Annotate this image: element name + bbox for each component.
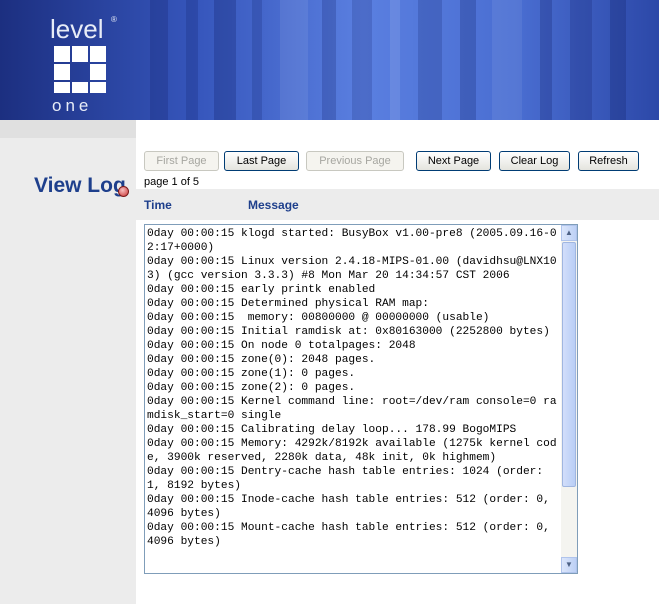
logo-text-top: level bbox=[50, 14, 103, 44]
previous-page-button[interactable]: Previous Page bbox=[306, 151, 404, 171]
message-column-header: Message bbox=[248, 198, 299, 212]
logo-text-bottom: one bbox=[52, 96, 92, 115]
last-page-button[interactable]: Last Page bbox=[224, 151, 299, 171]
next-page-button[interactable]: Next Page bbox=[416, 151, 491, 171]
log-content: 0day 00:00:15 klogd started: BusyBox v1.… bbox=[147, 228, 557, 548]
log-textarea[interactable]: 0day 00:00:15 klogd started: BusyBox v1.… bbox=[144, 224, 578, 574]
levelone-logo: level ® one bbox=[50, 14, 117, 115]
logo-mark-icon bbox=[54, 46, 106, 93]
page-indicator: page 1 of 5 bbox=[144, 176, 200, 188]
scroll-up-arrow-icon[interactable]: ▲ bbox=[561, 225, 577, 241]
log-table-header: Time Message bbox=[136, 189, 659, 220]
header-banner: level ® one bbox=[0, 0, 659, 120]
page-title: View Log bbox=[34, 174, 126, 197]
first-page-button[interactable]: First Page bbox=[144, 151, 219, 171]
logo-registered-mark: ® bbox=[111, 15, 117, 24]
time-column-header: Time bbox=[144, 198, 172, 212]
clear-log-button[interactable]: Clear Log bbox=[499, 151, 570, 171]
bullet-dot-icon bbox=[118, 186, 129, 197]
scrollbar-thumb[interactable] bbox=[562, 242, 576, 487]
scroll-down-arrow-icon[interactable]: ▼ bbox=[561, 557, 577, 573]
refresh-button[interactable]: Refresh bbox=[578, 151, 639, 171]
left-sidebar-header bbox=[0, 120, 136, 138]
vertical-scrollbar[interactable]: ▲ ▼ bbox=[561, 225, 577, 573]
